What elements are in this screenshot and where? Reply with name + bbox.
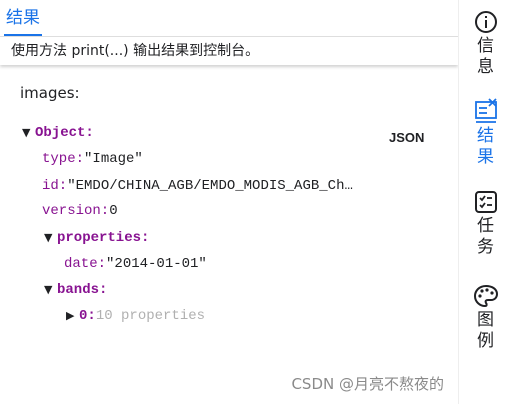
sidebar-item-legend[interactable]: 图例 xyxy=(459,284,511,352)
sidebar-item-info[interactable]: 信息 xyxy=(459,10,511,78)
expand-arrow-icon[interactable]: ▼ xyxy=(44,227,57,249)
tree-root-key: Object: xyxy=(35,125,94,141)
tree-value: 0 xyxy=(109,203,118,219)
tree-key: 0: xyxy=(79,308,96,324)
tree-value: "2014-01-01" xyxy=(106,256,207,272)
tree-row-version: version:0 xyxy=(42,200,118,222)
tree-key: bands: xyxy=(57,282,108,298)
tree-node-properties[interactable]: ▼ properties: xyxy=(44,227,149,249)
tree-key: properties: xyxy=(57,230,150,246)
json-toggle-button[interactable]: JSON xyxy=(389,130,424,145)
collapse-arrow-icon[interactable]: ▶ xyxy=(66,305,79,327)
expand-arrow-icon[interactable]: ▼ xyxy=(44,279,57,301)
sidebar-item-label: 信息 xyxy=(477,36,494,77)
tree-node-root[interactable]: ▼ Object: xyxy=(22,122,94,144)
tree-key: id: xyxy=(42,178,68,194)
tree-key: date: xyxy=(64,256,107,272)
sidebar-item-results[interactable]: 结果 xyxy=(459,98,511,168)
main-panel: 结果 使用方法 print(...) 输出结果到控制台。 images: JSO… xyxy=(0,0,458,404)
tree-value: "EMDO/CHINA_AGB/EMDO_MODIS_AGB_Ch… xyxy=(67,178,353,194)
output-label: images: xyxy=(20,84,80,102)
tree-value: "Image" xyxy=(84,151,143,167)
tree-node-bands[interactable]: ▼ bands: xyxy=(44,279,107,301)
tree-summary: 10 properties xyxy=(95,308,206,324)
tree-row-date: date:"2014-01-01" xyxy=(64,253,207,275)
sidebar-item-tasks[interactable]: 任务 xyxy=(459,190,511,258)
sidebar-item-label: 图例 xyxy=(477,310,494,351)
info-icon xyxy=(474,11,497,33)
tree-row-type: type:"Image" xyxy=(42,148,143,170)
task-list-icon xyxy=(474,191,497,213)
sidebar-item-label: 结果 xyxy=(477,126,494,167)
tab-bar: 结果 xyxy=(0,0,458,37)
tree-key: version: xyxy=(42,203,110,219)
palette-icon xyxy=(473,284,498,308)
watermark: CSDN @月亮不熬夜的 xyxy=(291,375,444,393)
print-hint: 使用方法 print(...) 输出结果到控制台。 xyxy=(0,37,458,65)
tree-row-id: id:"EMDO/CHINA_AGB/EMDO_MODIS_AGB_Ch… xyxy=(42,175,353,197)
result-icon xyxy=(474,98,497,123)
right-sidebar: 信息 结果 任务 图例 xyxy=(458,0,511,404)
sidebar-item-label: 任务 xyxy=(477,216,494,257)
tree-key: type: xyxy=(42,151,85,167)
tree-node-band-0[interactable]: ▶ 0:10 properties xyxy=(66,305,205,327)
expand-arrow-icon[interactable]: ▼ xyxy=(22,122,35,144)
tab-results[interactable]: 结果 xyxy=(4,0,42,36)
